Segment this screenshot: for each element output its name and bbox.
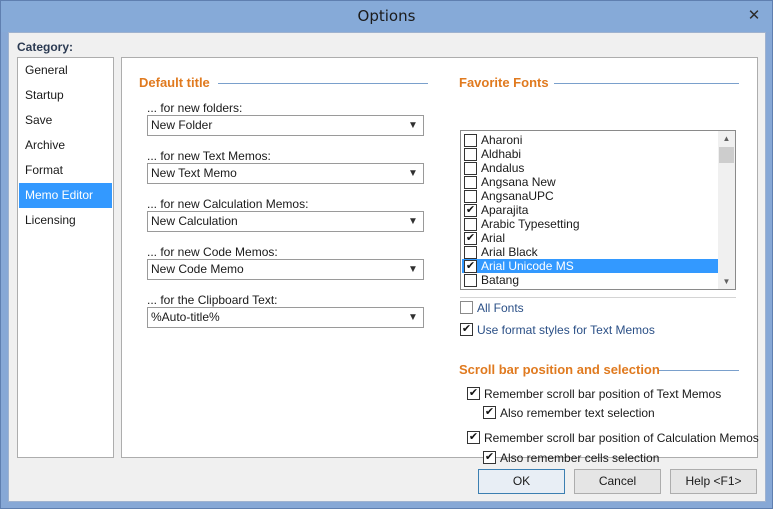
font-name: Batang (481, 273, 520, 287)
clipboard-text-combo[interactable]: %Auto-title% ▼ (147, 307, 424, 328)
checkbox-unchecked-icon[interactable] (464, 190, 477, 203)
font-row-angsana-new[interactable]: Angsana New (462, 175, 719, 189)
check-icon[interactable]: ✔ (464, 204, 477, 217)
scroll-bar-heading: Scroll bar position and selection (459, 362, 660, 377)
clipboard-text-label: ... for the Clipboard Text: (147, 293, 278, 307)
remember-text-selection-label[interactable]: Also remember text selection (500, 406, 655, 420)
title-bar[interactable]: Options ✕ (1, 1, 772, 32)
font-name: Aparajita (481, 203, 529, 217)
default-title-heading: Default title (139, 75, 210, 90)
font-row-arial-black[interactable]: Arial Black (462, 245, 719, 259)
use-format-styles-label[interactable]: Use format styles for Text Memos (477, 323, 655, 337)
font-name: Aharoni (481, 133, 523, 147)
font-list-scrollbar[interactable]: ▲ ▼ (718, 131, 735, 289)
check-icon[interactable]: ✔ (483, 406, 496, 419)
check-icon[interactable]: ✔ (483, 451, 496, 464)
font-row-aharoni[interactable]: Aharoni (462, 133, 719, 147)
check-icon[interactable]: ✔ (464, 232, 477, 245)
checkbox-unchecked-icon[interactable] (460, 301, 473, 314)
category-item-format[interactable]: Format (19, 158, 112, 183)
font-name: Andalus (481, 161, 525, 175)
new-code-memos-label: ... for new Code Memos: (147, 245, 278, 259)
font-row-batang[interactable]: Batang (462, 273, 719, 287)
chevron-down-icon[interactable]: ▼ (406, 309, 420, 326)
checkbox-unchecked-icon[interactable] (464, 148, 477, 161)
new-text-memos-value: New Text Memo (151, 166, 237, 180)
font-name: Arial Unicode MS (481, 259, 574, 273)
category-label: Category: (17, 40, 74, 54)
close-icon[interactable]: ✕ (744, 7, 764, 25)
font-name: Arabic Typesetting (481, 217, 580, 231)
new-folders-value: New Folder (151, 118, 213, 132)
ok-button[interactable]: OK (478, 469, 565, 494)
scroll-bar-divider (659, 370, 739, 371)
remember-calc-memos-label[interactable]: Remember scroll bar position of Calculat… (484, 431, 759, 445)
favorite-fonts-divider (554, 83, 739, 84)
new-calc-memos-label: ... for new Calculation Memos: (147, 197, 309, 211)
category-list: General Startup Save Archive Format Memo… (17, 57, 114, 458)
dialog-client-area: Category: General Startup Save Archive F… (8, 32, 766, 502)
default-title-divider (218, 83, 428, 84)
check-icon[interactable]: ✔ (460, 323, 473, 336)
category-item-licensing[interactable]: Licensing (19, 208, 112, 233)
font-row-arabic-typesetting[interactable]: Arabic Typesetting (462, 217, 719, 231)
font-row-andalus[interactable]: Andalus (462, 161, 719, 175)
font-name: Angsana New (481, 175, 556, 189)
scroll-down-icon[interactable]: ▼ (718, 274, 735, 289)
category-item-startup[interactable]: Startup (19, 83, 112, 108)
font-row-arial-unicode-ms[interactable]: ✔ Arial Unicode MS (462, 259, 719, 273)
checkbox-unchecked-icon[interactable] (464, 218, 477, 231)
chevron-down-icon[interactable]: ▼ (406, 165, 420, 182)
font-row-arial[interactable]: ✔ Arial (462, 231, 719, 245)
font-name: Arial Black (481, 245, 538, 259)
chevron-down-icon[interactable]: ▼ (406, 117, 420, 134)
font-name: AngsanaUPC (481, 189, 554, 203)
font-row-angsanaupc[interactable]: AngsanaUPC (462, 189, 719, 203)
settings-panel: Default title ... for new folders: New F… (121, 57, 759, 465)
new-folders-label: ... for new folders: (147, 101, 243, 115)
favorite-fonts-heading: Favorite Fonts (459, 75, 549, 90)
category-item-memo-editor[interactable]: Memo Editor (19, 183, 112, 208)
chevron-down-icon[interactable]: ▼ (406, 213, 420, 230)
check-icon[interactable]: ✔ (467, 431, 480, 444)
category-item-archive[interactable]: Archive (19, 133, 112, 158)
cancel-button[interactable]: Cancel (574, 469, 661, 494)
scroll-thumb[interactable] (719, 147, 734, 163)
checkbox-unchecked-icon[interactable] (464, 134, 477, 147)
fonts-divider (460, 297, 736, 298)
scroll-up-icon[interactable]: ▲ (718, 131, 735, 146)
options-window: Options ✕ Category: General Startup Save… (0, 0, 773, 509)
font-row-aparajita[interactable]: ✔ Aparajita (462, 203, 719, 217)
check-icon[interactable]: ✔ (467, 387, 480, 400)
checkbox-unchecked-icon[interactable] (464, 176, 477, 189)
category-item-general[interactable]: General (19, 58, 112, 83)
all-fonts-label[interactable]: All Fonts (477, 301, 524, 315)
new-text-memos-combo[interactable]: New Text Memo ▼ (147, 163, 424, 184)
new-folders-combo[interactable]: New Folder ▼ (147, 115, 424, 136)
font-name: Aldhabi (481, 147, 522, 161)
favorite-fonts-list[interactable]: Aharoni Aldhabi Andalus Angsana New Angs… (460, 130, 736, 290)
new-code-memos-value: New Code Memo (151, 262, 244, 276)
font-row-aldhabi[interactable]: Aldhabi (462, 147, 719, 161)
new-calc-memos-combo[interactable]: New Calculation ▼ (147, 211, 424, 232)
clipboard-text-value: %Auto-title% (151, 310, 220, 324)
checkbox-unchecked-icon[interactable] (464, 246, 477, 259)
remember-cells-selection-label[interactable]: Also remember cells selection (500, 451, 659, 465)
chevron-down-icon[interactable]: ▼ (406, 261, 420, 278)
remember-text-memos-label[interactable]: Remember scroll bar position of Text Mem… (484, 387, 721, 401)
new-calc-memos-value: New Calculation (151, 214, 238, 228)
window-title: Options (357, 7, 416, 25)
font-name: Arial (481, 231, 506, 245)
check-icon[interactable]: ✔ (464, 260, 477, 273)
checkbox-unchecked-icon[interactable] (464, 162, 477, 175)
new-text-memos-label: ... for new Text Memos: (147, 149, 271, 163)
new-code-memos-combo[interactable]: New Code Memo ▼ (147, 259, 424, 280)
help-button[interactable]: Help <F1> (670, 469, 757, 494)
checkbox-unchecked-icon[interactable] (464, 274, 477, 287)
category-item-save[interactable]: Save (19, 108, 112, 133)
